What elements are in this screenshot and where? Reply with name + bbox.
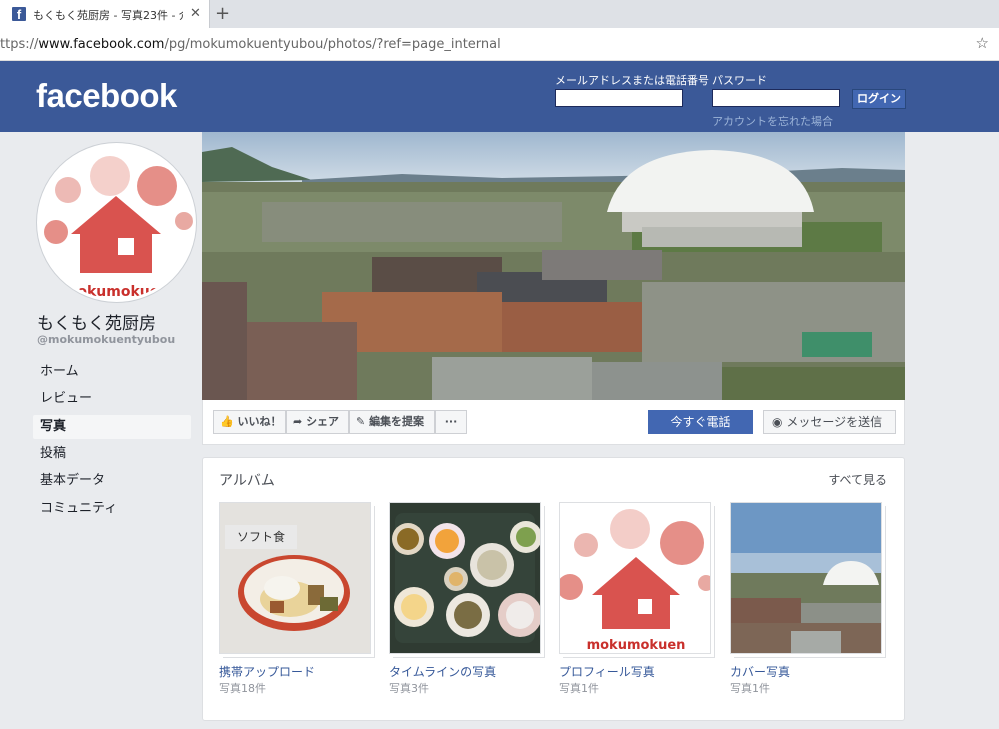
nav-about[interactable]: 基本データ — [33, 469, 191, 493]
album-count: 写真1件 — [559, 682, 599, 695]
album-name[interactable]: プロフィール写真 — [559, 663, 655, 680]
browser-tab-title: もくもく苑厨房 - 写真23件 - 介護 — [33, 9, 183, 22]
new-tab-button[interactable]: + — [215, 3, 230, 24]
email-label: メールアドレスまたは電話番号 — [555, 74, 709, 87]
suggest-edit-button[interactable]: ✎ 編集を提案 — [349, 410, 435, 434]
page-handle[interactable]: @mokumokuentyubou — [37, 333, 175, 346]
browser-tab-bar: f もくもく苑厨房 - 写真23件 - 介護 ✕ + — [0, 0, 999, 28]
album-name[interactable]: カバー写真 — [730, 663, 790, 680]
cover-photo[interactable] — [202, 132, 905, 400]
nav-photos[interactable]: 写真 — [33, 415, 191, 439]
bookmark-star-icon[interactable]: ☆ — [976, 34, 989, 52]
forgot-account-link[interactable]: アカウントを忘れた場合 — [712, 113, 833, 129]
svg-text:mokumokuen: mokumokuen — [63, 284, 169, 299]
more-options-button[interactable]: ··· — [435, 410, 467, 434]
page-profile-picture[interactable]: mokumokuen — [37, 143, 196, 302]
meal-tray-photo — [390, 503, 540, 653]
address-bar[interactable]: ttps://www.facebook.com/pg/mokumokuentyu… — [0, 28, 999, 61]
call-now-button[interactable]: 今すぐ電話 — [648, 410, 753, 434]
cover-thumbnail-photo — [731, 503, 881, 653]
album-name[interactable]: タイムラインの写真 — [389, 663, 496, 680]
password-label: パスワード — [712, 74, 767, 87]
nav-community[interactable]: コミュニティ — [33, 497, 191, 521]
cover-photo-image — [202, 132, 905, 400]
email-input[interactable] — [555, 89, 683, 107]
album-thumbnail[interactable]: mokumokuen — [559, 502, 711, 654]
album-count: 写真3件 — [389, 682, 429, 695]
nav-posts[interactable]: 投稿 — [33, 442, 191, 466]
nav-reviews[interactable]: レビュー — [33, 387, 191, 411]
url-text[interactable]: ttps://www.facebook.com/pg/mokumokuentyu… — [0, 37, 501, 52]
share-button[interactable]: ➦ シェア — [286, 410, 349, 434]
album-thumbnail[interactable] — [389, 502, 541, 654]
send-message-button[interactable]: ◉ メッセージを送信 — [763, 410, 896, 434]
mokumoku-logo-icon: mokumokuen — [560, 503, 710, 653]
close-tab-icon[interactable]: ✕ — [190, 6, 201, 21]
thumbs-up-icon: 👍 — [220, 415, 234, 428]
album-overlay-label: ソフト食 — [225, 525, 297, 549]
facebook-header: facebook メールアドレスまたは電話番号 パスワード ログイン アカウント… — [0, 61, 999, 132]
messenger-icon: ◉ — [772, 415, 783, 429]
album-count: 写真18件 — [219, 682, 266, 695]
see-all-link[interactable]: すべて見る — [828, 471, 887, 488]
login-button[interactable]: ログイン — [852, 89, 906, 109]
mokumoku-logo-icon: mokumokuen — [44, 156, 193, 299]
album-count: 写真1件 — [730, 682, 770, 695]
albums-section: アルバム すべて見る ソフト食 携帯アップロード 写真18件 タイムラインの写真… — [202, 457, 905, 721]
share-arrow-icon: ➦ — [293, 415, 303, 428]
pencil-icon: ✎ — [356, 415, 366, 428]
albums-heading: アルバム — [219, 473, 275, 489]
page-action-bar: 👍 いいね！ ➦ シェア ✎ 編集を提案 ··· 今すぐ電話 ◉ メッセージを送… — [202, 400, 905, 445]
password-input[interactable] — [712, 89, 840, 107]
page-name[interactable]: もくもく苑厨房 — [37, 309, 156, 334]
facebook-favicon-icon: f — [12, 7, 26, 22]
nav-home[interactable]: ホーム — [33, 360, 191, 384]
svg-text:mokumokuen: mokumokuen — [587, 638, 686, 653]
album-name[interactable]: 携帯アップロード — [219, 663, 315, 680]
browser-tab[interactable]: f もくもく苑厨房 - 写真23件 - 介護 ✕ — [0, 0, 210, 28]
album-thumbnail[interactable] — [730, 502, 882, 654]
facebook-logo[interactable]: facebook — [36, 77, 177, 115]
like-button[interactable]: 👍 いいね！ — [213, 410, 286, 434]
album-thumbnail[interactable]: ソフト食 — [219, 502, 371, 654]
